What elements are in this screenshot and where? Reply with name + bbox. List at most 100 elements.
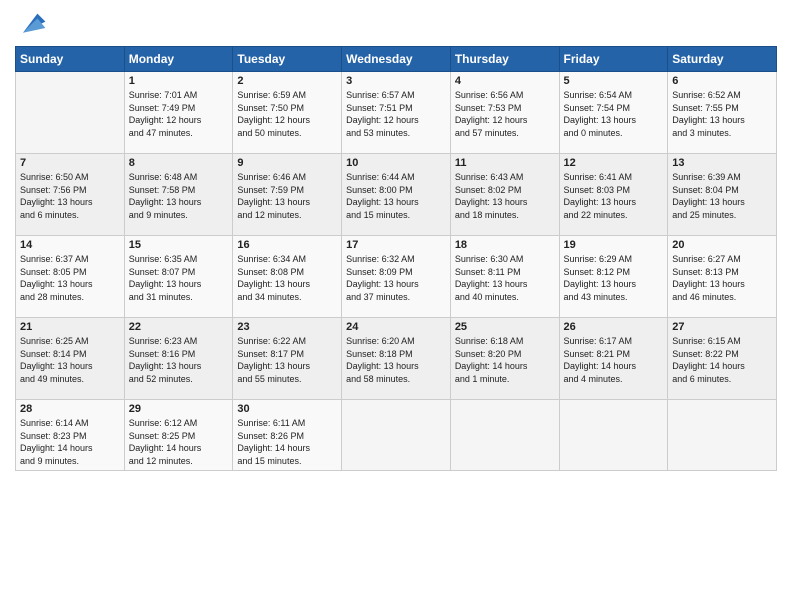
day-info: Sunrise: 6:50 AM Sunset: 7:56 PM Dayligh… [20,171,120,221]
day-info: Sunrise: 6:48 AM Sunset: 7:58 PM Dayligh… [129,171,229,221]
day-number: 4 [455,75,555,87]
day-number: 25 [455,321,555,333]
day-header-saturday: Saturday [668,47,777,72]
day-info: Sunrise: 6:17 AM Sunset: 8:21 PM Dayligh… [564,335,664,385]
calendar-cell [342,400,451,471]
header [15,10,777,38]
day-info: Sunrise: 6:54 AM Sunset: 7:54 PM Dayligh… [564,89,664,139]
day-number: 9 [237,157,337,169]
day-header-thursday: Thursday [450,47,559,72]
day-info: Sunrise: 6:15 AM Sunset: 8:22 PM Dayligh… [672,335,772,385]
calendar-cell: 21 Sunrise: 6:25 AM Sunset: 8:14 PM Dayli… [16,318,125,400]
day-number: 11 [455,157,555,169]
calendar-cell: 19 Sunrise: 6:29 AM Sunset: 8:12 PM Dayli… [559,236,668,318]
day-info: Sunrise: 6:59 AM Sunset: 7:50 PM Dayligh… [237,89,337,139]
week-row-2: 7 Sunrise: 6:50 AM Sunset: 7:56 PM Daylig… [16,154,777,236]
day-info: Sunrise: 6:22 AM Sunset: 8:17 PM Dayligh… [237,335,337,385]
day-number: 3 [346,75,446,87]
calendar-cell: 25 Sunrise: 6:18 AM Sunset: 8:20 PM Dayli… [450,318,559,400]
day-number: 15 [129,239,229,251]
week-row-3: 14Sunrise: 6:37 AM Sunset: 8:05 PM Dayli… [16,236,777,318]
day-info: Sunrise: 6:14 AM Sunset: 8:23 PM Dayligh… [20,417,120,467]
day-number: 22 [129,321,229,333]
calendar-cell: 12 Sunrise: 6:41 AM Sunset: 8:03 PM Dayli… [559,154,668,236]
calendar-cell: 29 Sunrise: 6:12 AM Sunset: 8:25 PM Dayli… [124,400,233,471]
logo-icon [15,10,47,38]
day-info: Sunrise: 6:20 AM Sunset: 8:18 PM Dayligh… [346,335,446,385]
day-header-tuesday: Tuesday [233,47,342,72]
day-number: 19 [564,239,664,251]
calendar-cell: 1Sunrise: 7:01 AM Sunset: 7:49 PM Daylig… [124,72,233,154]
day-number: 24 [346,321,446,333]
day-number: 30 [237,403,337,415]
calendar-cell: 24 Sunrise: 6:20 AM Sunset: 8:18 PM Dayli… [342,318,451,400]
day-number: 27 [672,321,772,333]
calendar-cell [16,72,125,154]
calendar-cell: 10Sunrise: 6:44 AM Sunset: 8:00 PM Dayli… [342,154,451,236]
day-info: Sunrise: 6:34 AM Sunset: 8:08 PM Dayligh… [237,253,337,303]
day-number: 28 [20,403,120,415]
calendar-cell: 14Sunrise: 6:37 AM Sunset: 8:05 PM Dayli… [16,236,125,318]
calendar-cell: 23 Sunrise: 6:22 AM Sunset: 8:17 PM Dayli… [233,318,342,400]
calendar-cell: 6 Sunrise: 6:52 AM Sunset: 7:55 PM Daylig… [668,72,777,154]
day-info: Sunrise: 6:18 AM Sunset: 8:20 PM Dayligh… [455,335,555,385]
calendar-table: SundayMondayTuesdayWednesdayThursdayFrid… [15,46,777,471]
day-info: Sunrise: 6:29 AM Sunset: 8:12 PM Dayligh… [564,253,664,303]
day-number: 16 [237,239,337,251]
day-info: Sunrise: 6:25 AM Sunset: 8:14 PM Dayligh… [20,335,120,385]
calendar-cell: 30 Sunrise: 6:11 AM Sunset: 8:26 PM Dayli… [233,400,342,471]
day-info: Sunrise: 6:52 AM Sunset: 7:55 PM Dayligh… [672,89,772,139]
day-info: Sunrise: 6:27 AM Sunset: 8:13 PM Dayligh… [672,253,772,303]
calendar-cell: 4Sunrise: 6:56 AM Sunset: 7:53 PM Daylig… [450,72,559,154]
header-row: SundayMondayTuesdayWednesdayThursdayFrid… [16,47,777,72]
calendar-cell: 3 Sunrise: 6:57 AM Sunset: 7:51 PM Daylig… [342,72,451,154]
day-info: Sunrise: 6:39 AM Sunset: 8:04 PM Dayligh… [672,171,772,221]
calendar-cell: 8 Sunrise: 6:48 AM Sunset: 7:58 PM Daylig… [124,154,233,236]
day-number: 18 [455,239,555,251]
calendar-cell: 28 Sunrise: 6:14 AM Sunset: 8:23 PM Dayli… [16,400,125,471]
calendar-cell [559,400,668,471]
day-info: Sunrise: 6:43 AM Sunset: 8:02 PM Dayligh… [455,171,555,221]
day-number: 23 [237,321,337,333]
day-header-monday: Monday [124,47,233,72]
day-number: 20 [672,239,772,251]
week-row-5: 28 Sunrise: 6:14 AM Sunset: 8:23 PM Dayli… [16,400,777,471]
calendar-cell: 11 Sunrise: 6:43 AM Sunset: 8:02 PM Dayli… [450,154,559,236]
day-info: Sunrise: 6:46 AM Sunset: 7:59 PM Dayligh… [237,171,337,221]
day-number: 26 [564,321,664,333]
day-header-friday: Friday [559,47,668,72]
week-row-1: 1Sunrise: 7:01 AM Sunset: 7:49 PM Daylig… [16,72,777,154]
calendar-cell: 7 Sunrise: 6:50 AM Sunset: 7:56 PM Daylig… [16,154,125,236]
day-number: 21 [20,321,120,333]
logo [15,10,51,38]
calendar-cell: 16 Sunrise: 6:34 AM Sunset: 8:08 PM Dayli… [233,236,342,318]
day-number: 1 [129,75,229,87]
calendar-cell: 2Sunrise: 6:59 AM Sunset: 7:50 PM Daylig… [233,72,342,154]
calendar-cell: 5Sunrise: 6:54 AM Sunset: 7:54 PM Daylig… [559,72,668,154]
day-number: 29 [129,403,229,415]
page: SundayMondayTuesdayWednesdayThursdayFrid… [0,0,792,612]
calendar-cell [450,400,559,471]
calendar-cell: 17Sunrise: 6:32 AM Sunset: 8:09 PM Dayli… [342,236,451,318]
day-number: 17 [346,239,446,251]
day-info: Sunrise: 6:57 AM Sunset: 7:51 PM Dayligh… [346,89,446,139]
day-info: Sunrise: 6:41 AM Sunset: 8:03 PM Dayligh… [564,171,664,221]
day-info: Sunrise: 6:44 AM Sunset: 8:00 PM Dayligh… [346,171,446,221]
day-number: 8 [129,157,229,169]
day-number: 12 [564,157,664,169]
day-number: 13 [672,157,772,169]
calendar-cell [668,400,777,471]
calendar-cell: 18 Sunrise: 6:30 AM Sunset: 8:11 PM Dayli… [450,236,559,318]
day-info: Sunrise: 6:30 AM Sunset: 8:11 PM Dayligh… [455,253,555,303]
day-number: 7 [20,157,120,169]
calendar-cell: 22Sunrise: 6:23 AM Sunset: 8:16 PM Dayli… [124,318,233,400]
calendar-cell: 9 Sunrise: 6:46 AM Sunset: 7:59 PM Daylig… [233,154,342,236]
calendar-cell: 27 Sunrise: 6:15 AM Sunset: 8:22 PM Dayli… [668,318,777,400]
day-number: 6 [672,75,772,87]
week-row-4: 21 Sunrise: 6:25 AM Sunset: 8:14 PM Dayli… [16,318,777,400]
day-info: Sunrise: 6:12 AM Sunset: 8:25 PM Dayligh… [129,417,229,467]
calendar-cell: 26 Sunrise: 6:17 AM Sunset: 8:21 PM Dayli… [559,318,668,400]
day-info: Sunrise: 6:11 AM Sunset: 8:26 PM Dayligh… [237,417,337,467]
day-info: Sunrise: 6:35 AM Sunset: 8:07 PM Dayligh… [129,253,229,303]
calendar-cell: 15 Sunrise: 6:35 AM Sunset: 8:07 PM Dayli… [124,236,233,318]
